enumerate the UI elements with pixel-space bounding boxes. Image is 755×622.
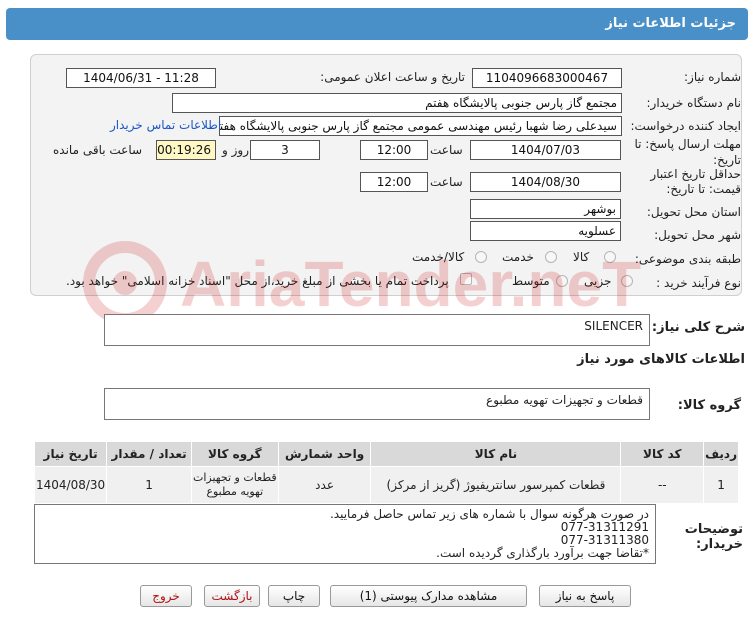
treasury-payment-note: پرداخت تمام یا بخشی از مبلغ خرید،از محل … [66, 274, 449, 288]
process-radio-medium[interactable] [556, 275, 568, 287]
page-title: جزئیات اطلاعات نیاز [605, 16, 736, 31]
reply-time-label: ساعت [430, 143, 463, 157]
process-option-medium: متوسط [512, 274, 550, 288]
summary-field[interactable]: SILENCER [104, 314, 650, 346]
category-label: طبقه بندی موضوعی: [634, 252, 741, 266]
col-header-item-code: کد کالا [620, 441, 705, 467]
city-field[interactable]: عسلویه [470, 221, 621, 241]
process-option-minor: جزیی [584, 274, 612, 288]
announce-label: تاریخ و ساعت اعلان عمومی: [320, 70, 465, 84]
cell-item-name: قطعات کمپرسور سانتریفیوژ (گریز از مرکز) [370, 466, 622, 504]
cell-item-code: -- [620, 466, 705, 504]
table-header-row: ردیف کد کالا نام کالا واحد شمارش گروه کا… [33, 441, 739, 467]
col-header-row-number: ردیف [703, 441, 739, 467]
need-number-field[interactable]: 1104096683000467 [472, 68, 622, 88]
validity-time-label: ساعت [430, 175, 463, 189]
exit-button[interactable]: خروج [140, 585, 192, 607]
category-option-service: خدمت [502, 250, 534, 264]
category-radio-goods-service[interactable] [475, 251, 487, 263]
province-field[interactable]: بوشهر [470, 199, 621, 219]
reply-date-field[interactable]: 1404/07/03 [470, 140, 621, 160]
remaining-time-field[interactable]: 00:19:26 [156, 140, 216, 160]
page-title-bar: جزئیات اطلاعات نیاز [6, 8, 748, 40]
days-label: روز و [222, 143, 249, 157]
buyer-notes-line: در صورت هرگونه سوال با شماره های زیر تما… [329, 507, 649, 521]
items-table: ردیف کد کالا نام کالا واحد شمارش گروه کا… [33, 441, 739, 504]
process-radio-minor[interactable] [621, 275, 633, 287]
need-number-label: شماره نیاز: [684, 70, 741, 84]
validity-label-2: قیمت: تا تاریخ: [666, 182, 741, 196]
buyer-notes-line: *تقاضا جهت برآورد بارگذاری گردیده است. [436, 546, 649, 560]
print-button[interactable]: چاپ [268, 585, 320, 607]
back-button[interactable]: بازگشت [204, 585, 260, 607]
buyer-notes-phone-1: 077-31311291 [560, 520, 649, 534]
announce-datetime-field[interactable]: 1404/06/31 - 11:28 [66, 68, 216, 88]
province-label: استان محل تحویل: [646, 205, 741, 219]
requester-label: ایجاد کننده درخواست: [630, 119, 741, 133]
view-attachments-button[interactable]: مشاهده مدارک پیوستی (1) [330, 585, 527, 607]
category-radio-goods[interactable] [604, 251, 616, 263]
reply-deadline-label-1: مهلت ارسال پاسخ: تا [634, 137, 741, 151]
reply-time-field[interactable]: 12:00 [360, 140, 428, 160]
cell-need-date: 1404/08/30 [33, 466, 108, 504]
col-header-unit: واحد شمارش [277, 441, 372, 467]
buyer-org-label: نام دستگاه خریدار: [646, 96, 742, 110]
cell-quantity: 1 [106, 466, 192, 504]
cell-unit: عدد [277, 466, 372, 504]
validity-time-field[interactable]: 12:00 [360, 172, 428, 192]
category-option-goods-service: کالا/خدمت [412, 250, 465, 264]
validity-label-1: حداقل تاریخ اعتبار [650, 167, 741, 181]
category-radio-service[interactable] [545, 251, 557, 263]
reply-deadline-label-2: تاریخ: [713, 153, 741, 167]
summary-value: SILENCER [584, 319, 643, 333]
goods-info-heading: اطلاعات کالاهای مورد نیاز [577, 352, 745, 367]
goods-group-value: قطعات و تجهیزات تهویه مطبوع [486, 393, 643, 407]
city-label: شهر محل تحویل: [654, 228, 741, 242]
table-row[interactable]: 1 -- قطعات کمپرسور سانتریفیوژ (گریز از م… [33, 466, 739, 504]
remaining-label: ساعت باقی مانده [53, 143, 143, 157]
goods-group-field[interactable]: قطعات و تجهیزات تهویه مطبوع [104, 388, 650, 420]
cell-row-number: 1 [703, 466, 739, 504]
col-header-need-date: تاریخ نیاز [33, 441, 108, 467]
validity-date-field[interactable]: 1404/08/30 [470, 172, 621, 192]
cell-goods-group: قطعات و تجهیزات تهویه مطبوع [190, 466, 279, 504]
buyer-contact-link[interactable]: اطلاعات تماس خریدار [110, 118, 221, 132]
col-header-goods-group: گروه کالا [190, 441, 279, 467]
category-option-goods: کالا [573, 250, 590, 264]
buyer-org-field[interactable]: مجتمع گاز پارس جنوبی پالایشگاه هفتم [172, 93, 622, 113]
col-header-item-name: نام کالا [370, 441, 622, 467]
summary-label: شرح کلی نیاز: [651, 320, 745, 335]
requester-field[interactable]: سیدعلی رضا شهبا رئیس مهندسی عمومی مجتمع … [219, 116, 622, 136]
days-field[interactable]: 3 [250, 140, 320, 160]
buyer-notes-label: توضیحات خریدار: [684, 522, 743, 552]
goods-group-label: گروه کالا: [677, 398, 741, 413]
process-label: نوع فرآیند خرید : [656, 276, 741, 290]
col-header-quantity: تعداد / مقدار [106, 441, 192, 467]
buyer-notes-field[interactable]: در صورت هرگونه سوال با شماره های زیر تما… [34, 504, 656, 564]
reply-button[interactable]: پاسخ به نیاز [539, 585, 631, 607]
treasury-payment-checkbox[interactable] [460, 273, 472, 285]
